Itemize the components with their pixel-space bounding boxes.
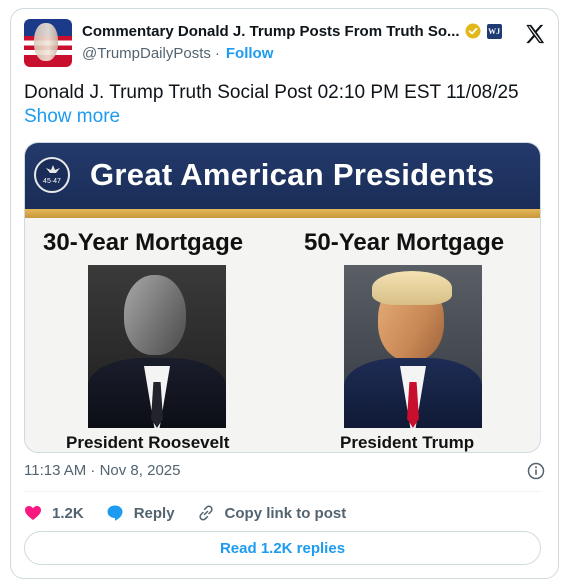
left-column-title: 30-Year Mortgage	[43, 229, 244, 256]
heart-icon	[25, 506, 41, 520]
image-banner: 45·47 Great American Presidents	[25, 143, 540, 209]
author-name[interactable]: Commentary Donald J. Trump Posts From Tr…	[82, 23, 460, 40]
right-column-title: 50-Year Mortgage	[304, 229, 505, 256]
copy-link-button[interactable]: Copy link to post	[197, 504, 347, 522]
action-bar: 1.2K Reply Copy link to post	[24, 502, 368, 524]
roosevelt-portrait	[88, 265, 226, 428]
presidential-seal-icon: 45·47	[34, 157, 70, 193]
left-column-caption: President Roosevelt	[66, 433, 230, 452]
post-image[interactable]: 45·47 Great American Presidents 30-Year …	[24, 142, 541, 453]
post-timestamp[interactable]: 11:13 AM · Nov 8, 2025	[24, 462, 180, 479]
avatar[interactable]	[24, 19, 72, 67]
verified-badge-icon	[465, 23, 481, 39]
post-card: Commentary Donald J. Trump Posts From Tr…	[10, 8, 559, 579]
affiliation-badge-icon[interactable]: WJ	[486, 23, 502, 39]
seal-text: 45·47	[43, 178, 61, 185]
author-info: Commentary Donald J. Trump Posts From Tr…	[82, 21, 512, 63]
follow-button[interactable]: Follow	[226, 45, 274, 62]
show-more-link[interactable]: Show more	[24, 106, 120, 127]
author-handle[interactable]: @TrumpDailyPosts	[82, 45, 211, 62]
divider	[24, 491, 541, 492]
info-icon[interactable]	[527, 462, 545, 480]
banner-title: Great American Presidents	[90, 157, 495, 192]
handle-separator: ·	[214, 44, 220, 62]
x-logo-icon[interactable]	[524, 23, 546, 45]
copy-link-label: Copy link to post	[224, 504, 347, 522]
like-count: 1.2K	[52, 504, 84, 522]
reply-button[interactable]: Reply	[106, 504, 175, 522]
reply-label: Reply	[133, 504, 175, 522]
post-body: Donald J. Trump Truth Social Post 02:10 …	[24, 82, 519, 103]
reply-bubble-icon	[107, 505, 123, 521]
gold-divider	[25, 209, 540, 218]
link-icon	[198, 505, 213, 521]
trump-portrait	[344, 265, 482, 428]
post-header: Commentary Donald J. Trump Posts From Tr…	[24, 19, 546, 69]
right-column-caption: President Trump	[340, 433, 475, 452]
like-button[interactable]: 1.2K	[24, 504, 84, 522]
post-text: Donald J. Trump Truth Social Post 02:10 …	[24, 81, 544, 129]
read-replies-button[interactable]: Read 1.2K replies	[24, 531, 541, 565]
